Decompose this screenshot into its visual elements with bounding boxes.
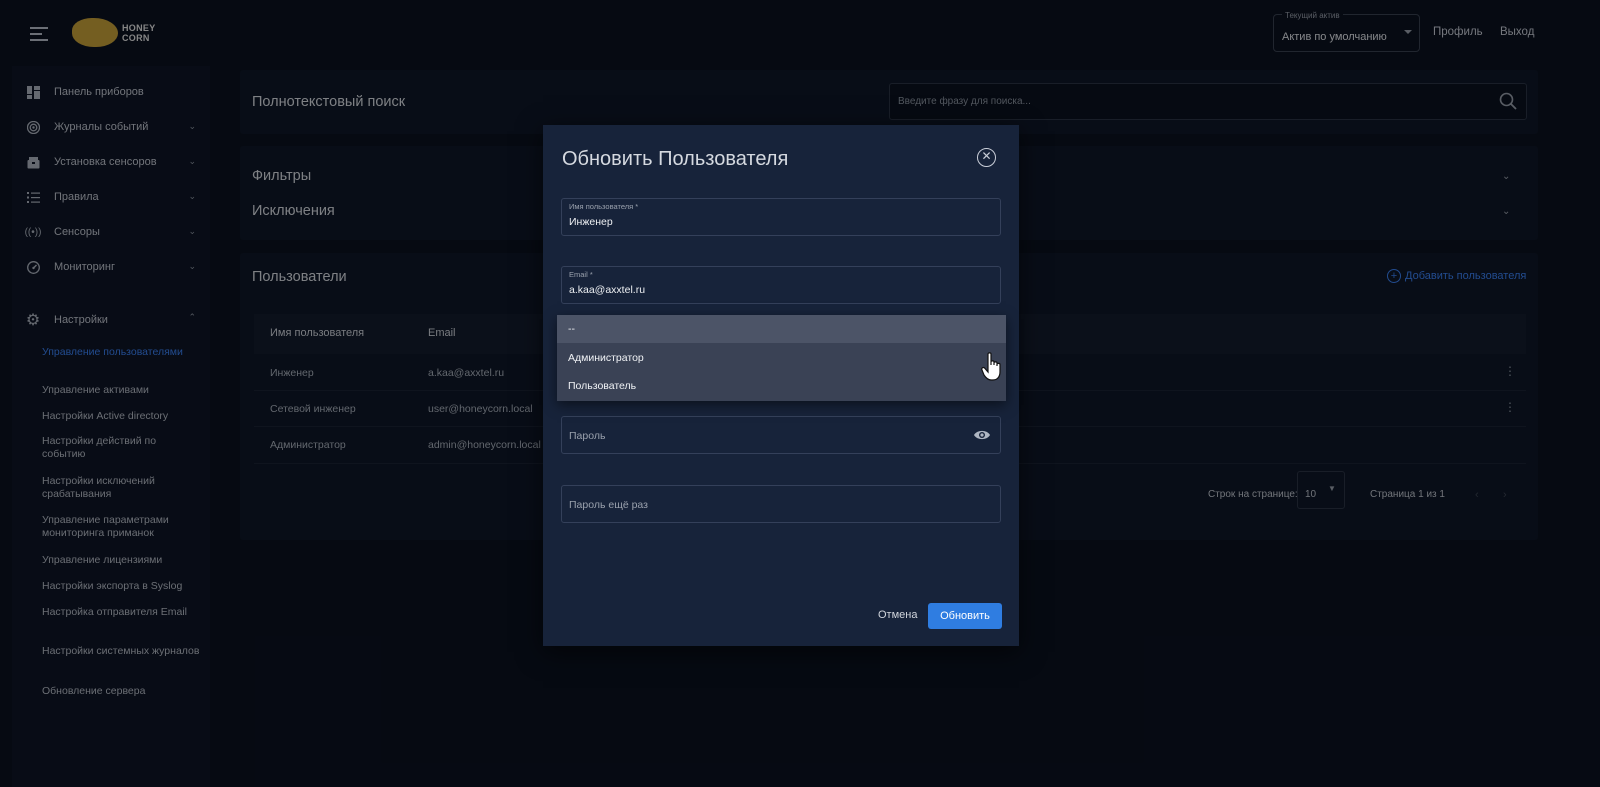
password-placeholder: Пароль xyxy=(569,430,606,442)
password-repeat-field[interactable]: Пароль ещё раз xyxy=(561,485,1001,523)
role-option-none[interactable]: -- xyxy=(557,315,1006,343)
cancel-button[interactable]: Отмена xyxy=(878,609,917,621)
username-value: Инженер xyxy=(569,216,613,228)
hand-cursor-icon xyxy=(981,352,1001,381)
eye-icon[interactable] xyxy=(973,429,991,441)
email-label: Email * xyxy=(569,270,593,279)
close-icon[interactable]: ✕ xyxy=(977,148,996,167)
username-label: Имя пользователя * xyxy=(569,202,639,211)
email-field[interactable]: Email * a.kaa@axxtel.ru xyxy=(561,266,1001,304)
password-repeat-placeholder: Пароль ещё раз xyxy=(569,499,648,511)
role-option-admin[interactable]: Администратор xyxy=(557,344,1006,372)
password-field[interactable]: Пароль xyxy=(561,416,1001,454)
role-dropdown-menu: -- Администратор Пользователь xyxy=(557,315,1006,401)
username-field[interactable]: Имя пользователя * Инженер xyxy=(561,198,1001,236)
role-option-user[interactable]: Пользователь xyxy=(557,372,1006,400)
dialog-title: Обновить Пользователя xyxy=(562,148,789,170)
update-button[interactable]: Обновить xyxy=(928,603,1002,629)
email-value: a.kaa@axxtel.ru xyxy=(569,284,646,296)
